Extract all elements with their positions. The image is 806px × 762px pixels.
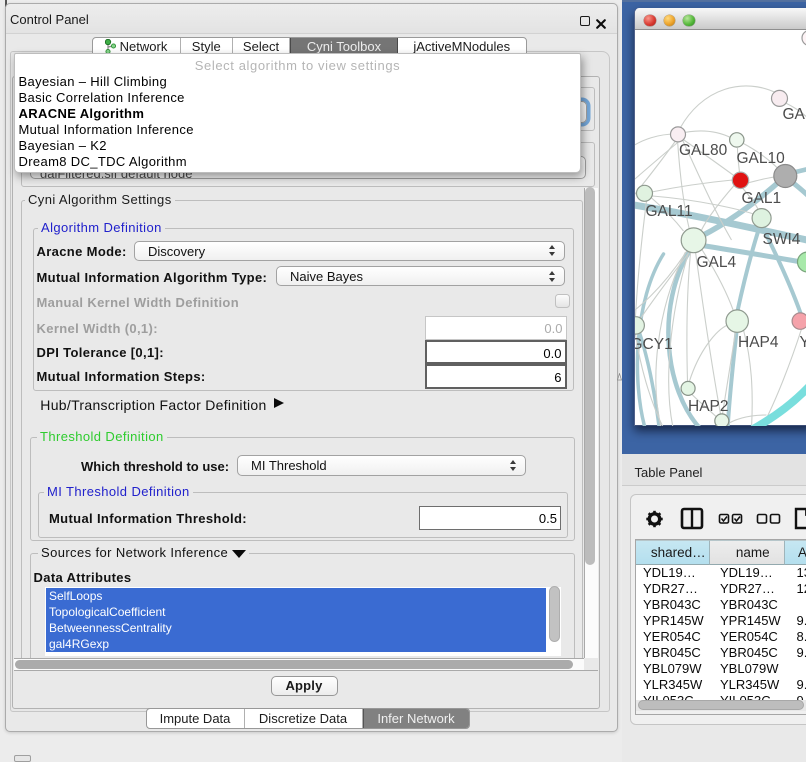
svg-text:GAL11: GAL11 [645,203,692,220]
svg-text:GAL10: GAL10 [736,150,785,167]
svg-text:SWI4: SWI4 [762,231,800,248]
svg-text:GAL1: GAL1 [741,190,781,207]
svg-text:HAP2: HAP2 [688,398,729,415]
svg-text:GAL4: GAL4 [696,254,736,271]
svg-text:HAP4: HAP4 [738,334,779,351]
svg-text:YM: YM [799,334,806,351]
svg-text:GAL7: GAL7 [782,106,806,123]
svg-text:GAL80: GAL80 [679,142,728,159]
svg-text:GCY1: GCY1 [635,336,673,353]
